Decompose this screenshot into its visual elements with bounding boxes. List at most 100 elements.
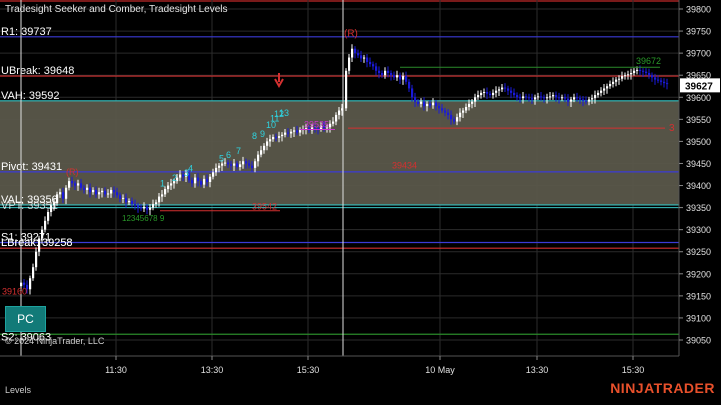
price-bar-body xyxy=(230,164,233,166)
price-bar-body xyxy=(113,189,116,193)
seeker-count: 8 xyxy=(252,131,257,141)
price-bar-body xyxy=(630,72,633,75)
price-bar-body xyxy=(627,74,630,76)
price-bar-body xyxy=(263,145,266,151)
price-bar-body xyxy=(381,72,384,76)
price-bar-body xyxy=(552,95,555,97)
price-bar-body xyxy=(606,86,609,89)
price-bar-body xyxy=(561,97,564,99)
price-bar-body xyxy=(149,207,152,210)
seeker-count: 7 xyxy=(236,146,241,156)
seeker-count: 4 xyxy=(188,163,193,173)
price-bar-body xyxy=(233,163,236,166)
price-bar-body xyxy=(248,163,251,166)
price-bar-body xyxy=(513,92,516,96)
price-bar-body xyxy=(332,121,335,124)
price-tick-label: 39050 xyxy=(686,336,711,346)
price-bar-body xyxy=(621,76,624,79)
price-tick-label: 39700 xyxy=(686,49,711,59)
price-bar-body xyxy=(387,70,390,73)
price-bar-body xyxy=(405,76,408,82)
price-bar-body xyxy=(420,101,423,104)
price-bar-body xyxy=(567,98,570,102)
time-tick-label: 15:30 xyxy=(297,365,320,375)
price-bar-body xyxy=(477,95,480,98)
time-axis[interactable]: 11:30 13:30 15:30 10 May 13:30 15:30 xyxy=(105,356,644,375)
price-bar-body xyxy=(504,87,507,89)
price-bar-body xyxy=(53,203,56,206)
price-bar-body xyxy=(366,57,369,62)
price-bar-body xyxy=(435,102,438,107)
price-bar-body xyxy=(50,205,53,213)
seeker-count: 9 xyxy=(260,129,265,139)
chart-panel[interactable]: R1: 39737 UBreak: 39648 VAH: 39592 Pivot: 3… xyxy=(0,0,721,400)
tab-levels[interactable]: Levels xyxy=(5,385,31,395)
price-bar-body xyxy=(125,197,128,203)
price-chart[interactable]: R1: 39737 UBreak: 39648 VAH: 39592 Pivot: 3… xyxy=(0,0,721,400)
price-bar-body xyxy=(140,207,143,209)
price-bar-body xyxy=(341,108,344,111)
price-bar-body xyxy=(269,139,272,142)
price-bar-body xyxy=(423,101,426,107)
price-tick-label: 39200 xyxy=(686,269,711,279)
price-bar-body xyxy=(38,238,41,252)
price-bar-body xyxy=(212,172,215,177)
price-bar-body xyxy=(648,72,651,76)
price-bar-body xyxy=(618,78,621,80)
price-bar-body xyxy=(369,61,372,65)
level-label: R1: 39737 xyxy=(1,26,52,38)
price-bar-body xyxy=(227,162,230,165)
price-bar-body xyxy=(510,90,513,93)
price-bar-body xyxy=(44,220,47,230)
price-bar-body xyxy=(495,90,498,93)
price-bar-body xyxy=(266,141,269,146)
price-bar-body xyxy=(206,178,209,183)
price-bar-body xyxy=(555,95,558,98)
price-bar-body xyxy=(645,71,648,73)
price-bar-body xyxy=(281,134,284,137)
annotation-label: 3 xyxy=(669,123,675,134)
price-bar-body xyxy=(603,88,606,91)
price-bar-body xyxy=(363,57,366,59)
price-tick-label: 39400 xyxy=(686,181,711,191)
price-bar-body xyxy=(215,167,218,173)
price-bar-body xyxy=(471,101,474,104)
price-bar-body xyxy=(402,76,405,80)
price-bar-body xyxy=(660,80,663,82)
price-bar-body xyxy=(104,190,107,195)
price-bar-body xyxy=(534,97,537,100)
price-bar-body xyxy=(59,192,62,195)
price-bar-body xyxy=(462,110,465,113)
price-bar-body xyxy=(338,110,341,115)
price-bar-body xyxy=(23,282,26,285)
price-bar-body xyxy=(609,84,612,87)
price-bar-body xyxy=(651,75,654,78)
price-bar-body xyxy=(236,163,239,167)
signal-label: (R) xyxy=(344,28,358,39)
annotation-label: 39535 xyxy=(304,119,329,129)
price-bar-body xyxy=(498,89,501,91)
price-bar-body xyxy=(453,119,456,122)
time-tick-label: 13:30 xyxy=(526,365,549,375)
price-tick-label: 39300 xyxy=(686,225,711,235)
price-bar-body xyxy=(492,92,495,96)
chart-title: Tradesight Seeker and Comber, Tradesight… xyxy=(5,4,228,15)
price-tick-label: 39100 xyxy=(686,313,711,323)
price-bar-body xyxy=(47,212,50,221)
price-bar-body xyxy=(396,75,399,78)
price-bar-body xyxy=(128,200,131,203)
price-tick-label: 39550 xyxy=(686,115,711,125)
price-bar-body xyxy=(633,70,636,73)
price-bar-body xyxy=(474,97,477,102)
pc-button[interactable]: PC xyxy=(5,306,46,332)
price-bar-body xyxy=(194,177,197,184)
price-bar-body xyxy=(354,48,357,54)
price-bar-body xyxy=(329,123,332,128)
price-bar-body xyxy=(348,57,351,71)
annotation-label: 39542 xyxy=(252,202,277,212)
price-bar-body xyxy=(390,72,393,76)
price-bar-body xyxy=(71,181,74,184)
seeker-count: 13 xyxy=(279,108,289,118)
level-label: VAH: 39592 xyxy=(1,90,60,102)
price-bar-body xyxy=(161,194,164,197)
